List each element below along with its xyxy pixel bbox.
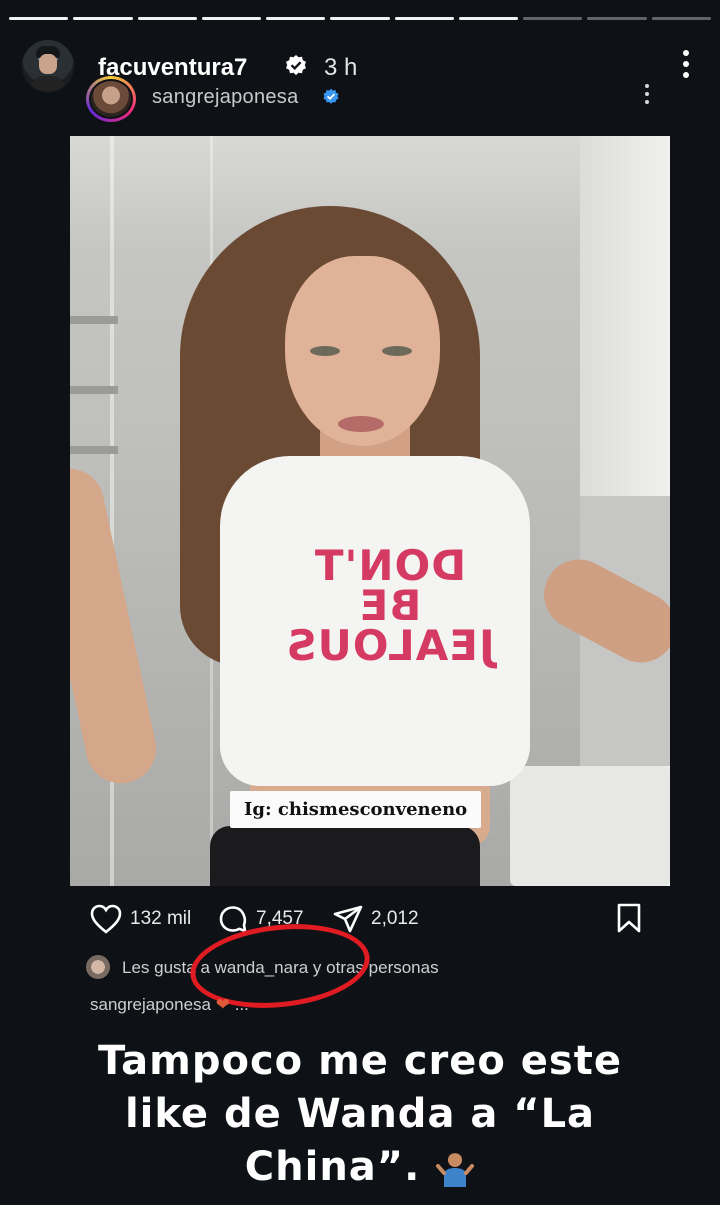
- story-progress-bar: [9, 17, 711, 20]
- more-options-icon[interactable]: [682, 50, 690, 78]
- progress-segment: [523, 17, 583, 20]
- progress-segment: [330, 17, 390, 20]
- heart-emoji-icon: ❤: [215, 995, 230, 1014]
- share-action[interactable]: 2,012: [333, 904, 419, 934]
- overlay-line-2: like de Wanda a “La: [124, 1091, 596, 1137]
- overlay-line-3: China”.: [244, 1144, 421, 1190]
- progress-segment: [394, 17, 454, 20]
- post-photo[interactable]: DON'T BE JEALOUS Ig: chismesconveneno: [70, 136, 670, 886]
- progress-segment: [587, 17, 647, 20]
- progress-segment: [458, 17, 519, 20]
- liked-by-row[interactable]: Les gusta a wanda_nara y otras personas: [86, 955, 660, 985]
- likes-count: 132 mil: [130, 908, 192, 929]
- bookmark-icon[interactable]: [616, 902, 642, 934]
- like-action[interactable]: 132 mil: [90, 904, 191, 934]
- shrug-emoji-icon: [436, 1153, 475, 1187]
- progress-segment: [266, 17, 326, 20]
- progress-segment: [651, 17, 711, 20]
- post-header: sangrejaponesa: [86, 76, 650, 126]
- post-more-options-icon[interactable]: [644, 84, 650, 104]
- caption-row[interactable]: sangrejaponesa ❤ ...: [90, 995, 249, 1015]
- overlay-line-1: Tampoco me creo este: [98, 1038, 622, 1084]
- watermark-label: Ig: chismesconveneno: [230, 791, 482, 828]
- liker-avatar: [86, 955, 110, 979]
- story-text-overlay: Tampoco me creo este like de Wanda a “La…: [40, 1035, 680, 1194]
- progress-segment: [201, 17, 262, 20]
- comment-icon[interactable]: [218, 904, 248, 934]
- caption-username: sangrejaponesa: [90, 995, 211, 1014]
- shirt-print-text: DON'T BE JEALOUS: [285, 541, 495, 670]
- verified-badge-icon: [286, 55, 306, 75]
- post-actions-bar: 132 mil 7,457 2,012: [90, 900, 642, 940]
- progress-segment: [137, 17, 197, 20]
- verified-badge-icon: [323, 88, 339, 104]
- heart-icon[interactable]: [90, 904, 122, 934]
- shares-count: 2,012: [371, 908, 419, 929]
- story-avatar[interactable]: [22, 40, 74, 92]
- post-avatar[interactable]: [86, 76, 136, 122]
- caption-ellipsis: ...: [234, 995, 249, 1014]
- progress-segment: [73, 17, 133, 20]
- post-username[interactable]: sangrejaponesa: [152, 86, 299, 109]
- progress-segment: [9, 17, 69, 20]
